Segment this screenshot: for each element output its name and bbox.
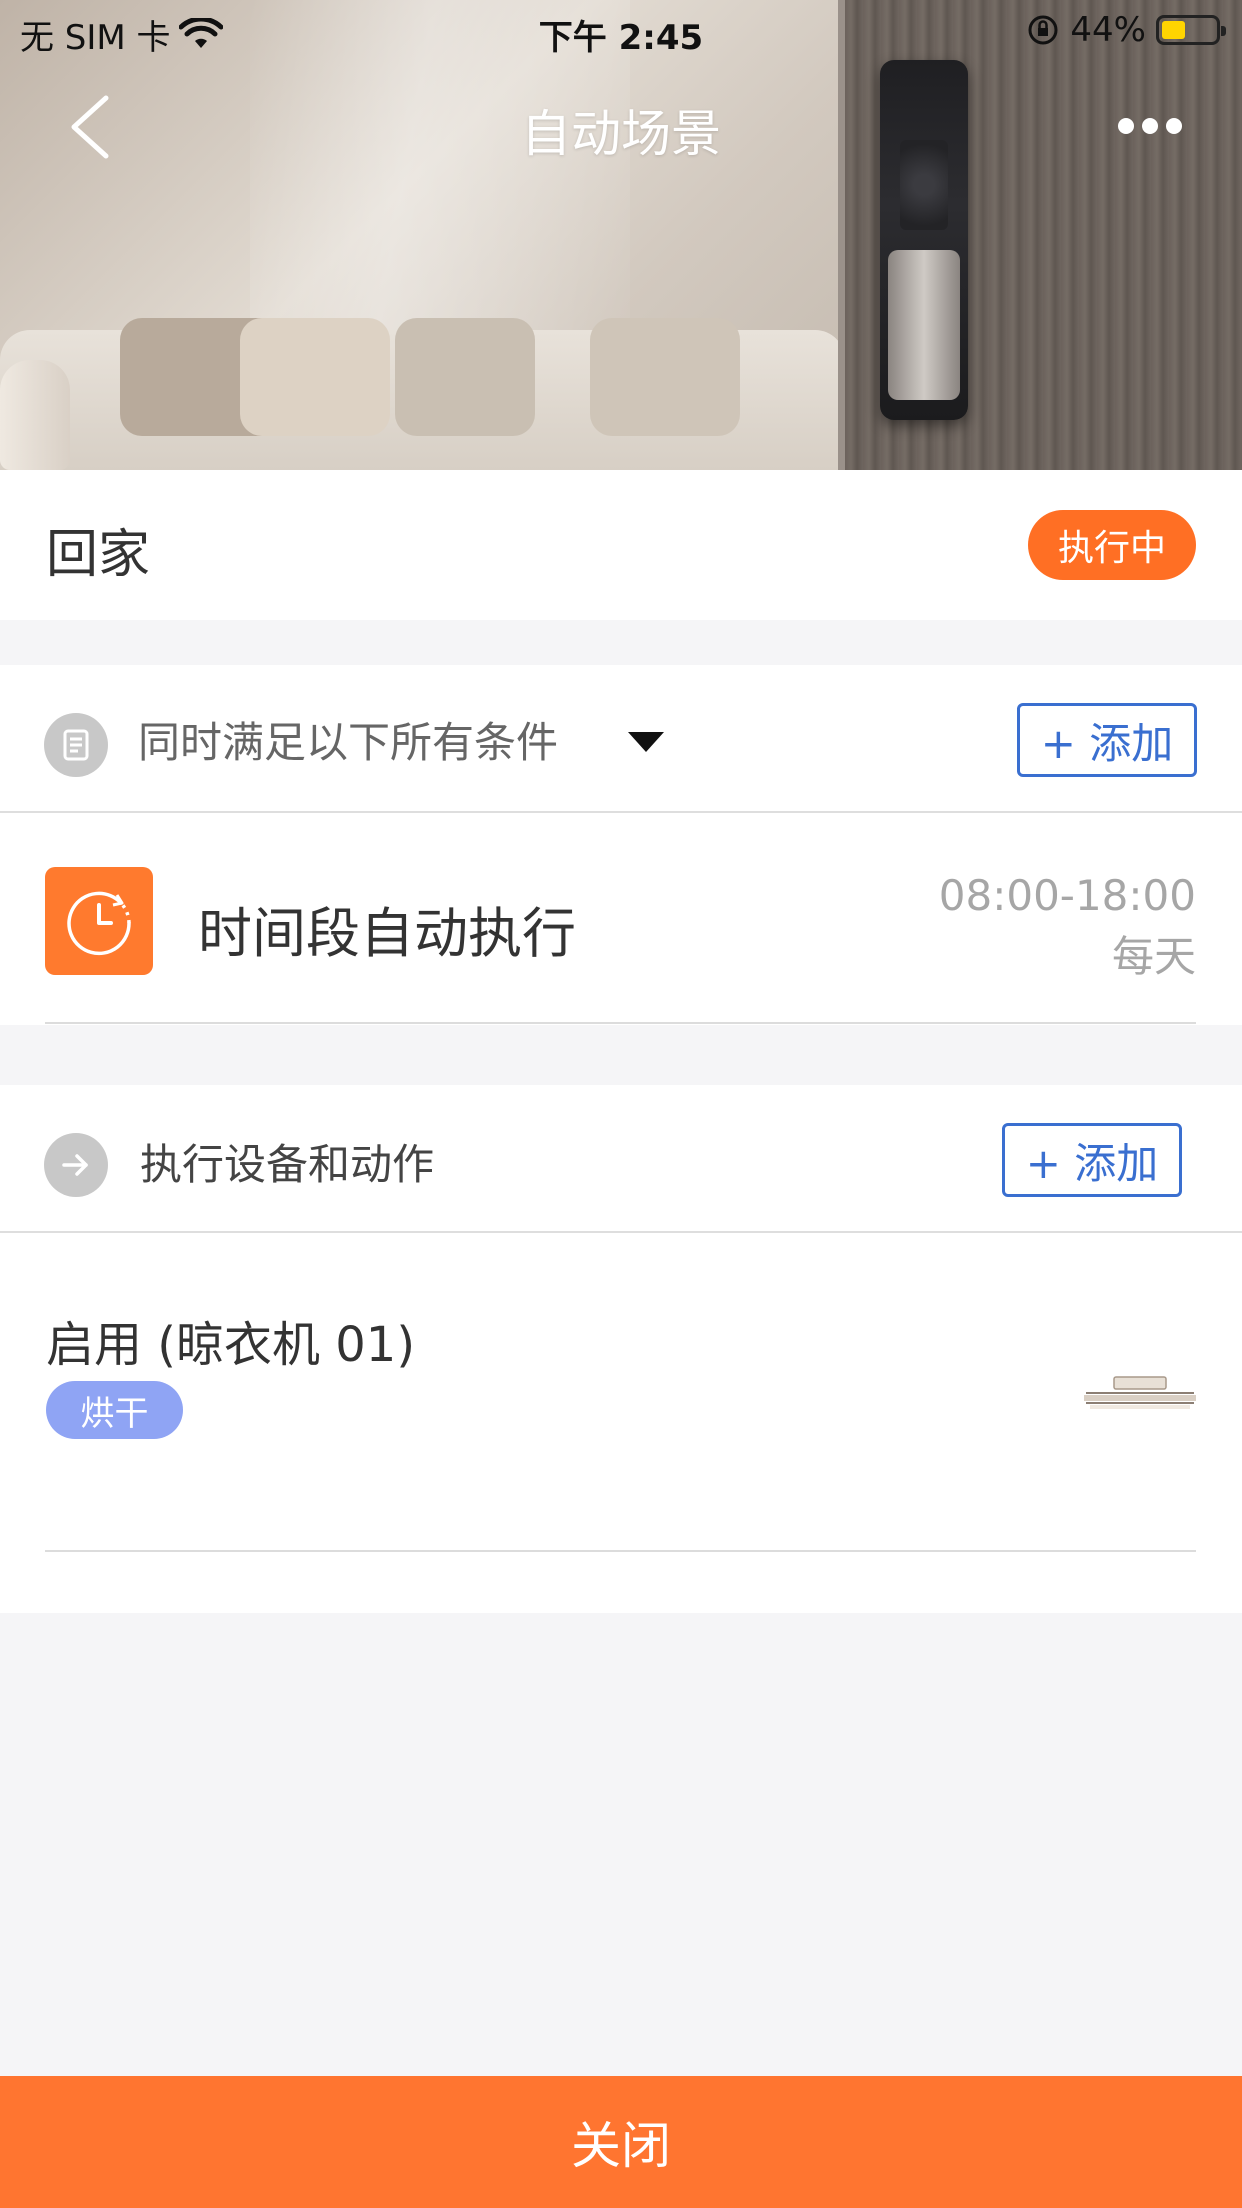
condition-item[interactable]: 时间段自动执行 08:00-18:00 每天 [0, 815, 1242, 1025]
divider [45, 1550, 1196, 1552]
status-bar: 无 SIM 卡 下午 2:45 44% [0, 0, 1242, 62]
clothes-dryer-thumbnail [1084, 1376, 1196, 1409]
more-dot [1142, 118, 1158, 134]
divider [45, 1022, 1196, 1024]
conditions-header: 同时满足以下所有条件 + 添加 [0, 665, 1242, 813]
actions-section: 执行设备和动作 + 添加 启用 (晾衣机 01) 烘干 [0, 1085, 1242, 1613]
add-action-button[interactable]: + 添加 [1002, 1123, 1182, 1197]
banner-vase [0, 360, 70, 470]
more-dot [1166, 118, 1182, 134]
conditions-mode-selector[interactable]: 同时满足以下所有条件 [138, 709, 558, 770]
status-right-group: 44% [1026, 10, 1226, 50]
actions-header: 执行设备和动作 + 添加 [0, 1085, 1242, 1233]
arrow-right-icon [44, 1133, 108, 1197]
clock-icon [45, 867, 153, 975]
close-button[interactable]: 关闭 [0, 2076, 1242, 2208]
scene-banner-image: 无 SIM 卡 下午 2:45 44% 自动场景 [0, 0, 1242, 470]
condition-title: 时间段自动执行 [198, 902, 576, 965]
actions-title: 执行设备和动作 [140, 1140, 435, 1189]
add-condition-button[interactable]: + 添加 [1017, 703, 1197, 777]
caret-down-icon[interactable] [628, 732, 664, 752]
battery-percent: 44% [1070, 10, 1146, 50]
condition-time-range: 08:00-18:00 [938, 871, 1196, 920]
banner-pillow [395, 318, 535, 436]
scene-name-row: 回家 执行中 [0, 470, 1242, 620]
banner-pillow [590, 318, 740, 436]
orientation-lock-icon [1028, 15, 1058, 45]
more-button[interactable] [1118, 108, 1182, 144]
page-title: 自动场景 [521, 105, 721, 163]
action-title: 启用 (晾衣机 01) [46, 1317, 416, 1373]
battery-icon [1156, 15, 1226, 45]
document-icon [44, 713, 108, 777]
scene-name: 回家 [46, 525, 151, 585]
action-tag: 烘干 [46, 1381, 183, 1439]
condition-repeat: 每天 [1111, 932, 1196, 981]
more-dot [1118, 118, 1134, 134]
banner-pillow [240, 318, 390, 436]
smart-lock-handle [888, 250, 960, 400]
battery-fill [1162, 21, 1185, 39]
status-badge[interactable]: 执行中 [1028, 510, 1196, 580]
conditions-section: 同时满足以下所有条件 + 添加 时间段自动执行 08:00-18:00 每天 [0, 665, 1242, 1025]
